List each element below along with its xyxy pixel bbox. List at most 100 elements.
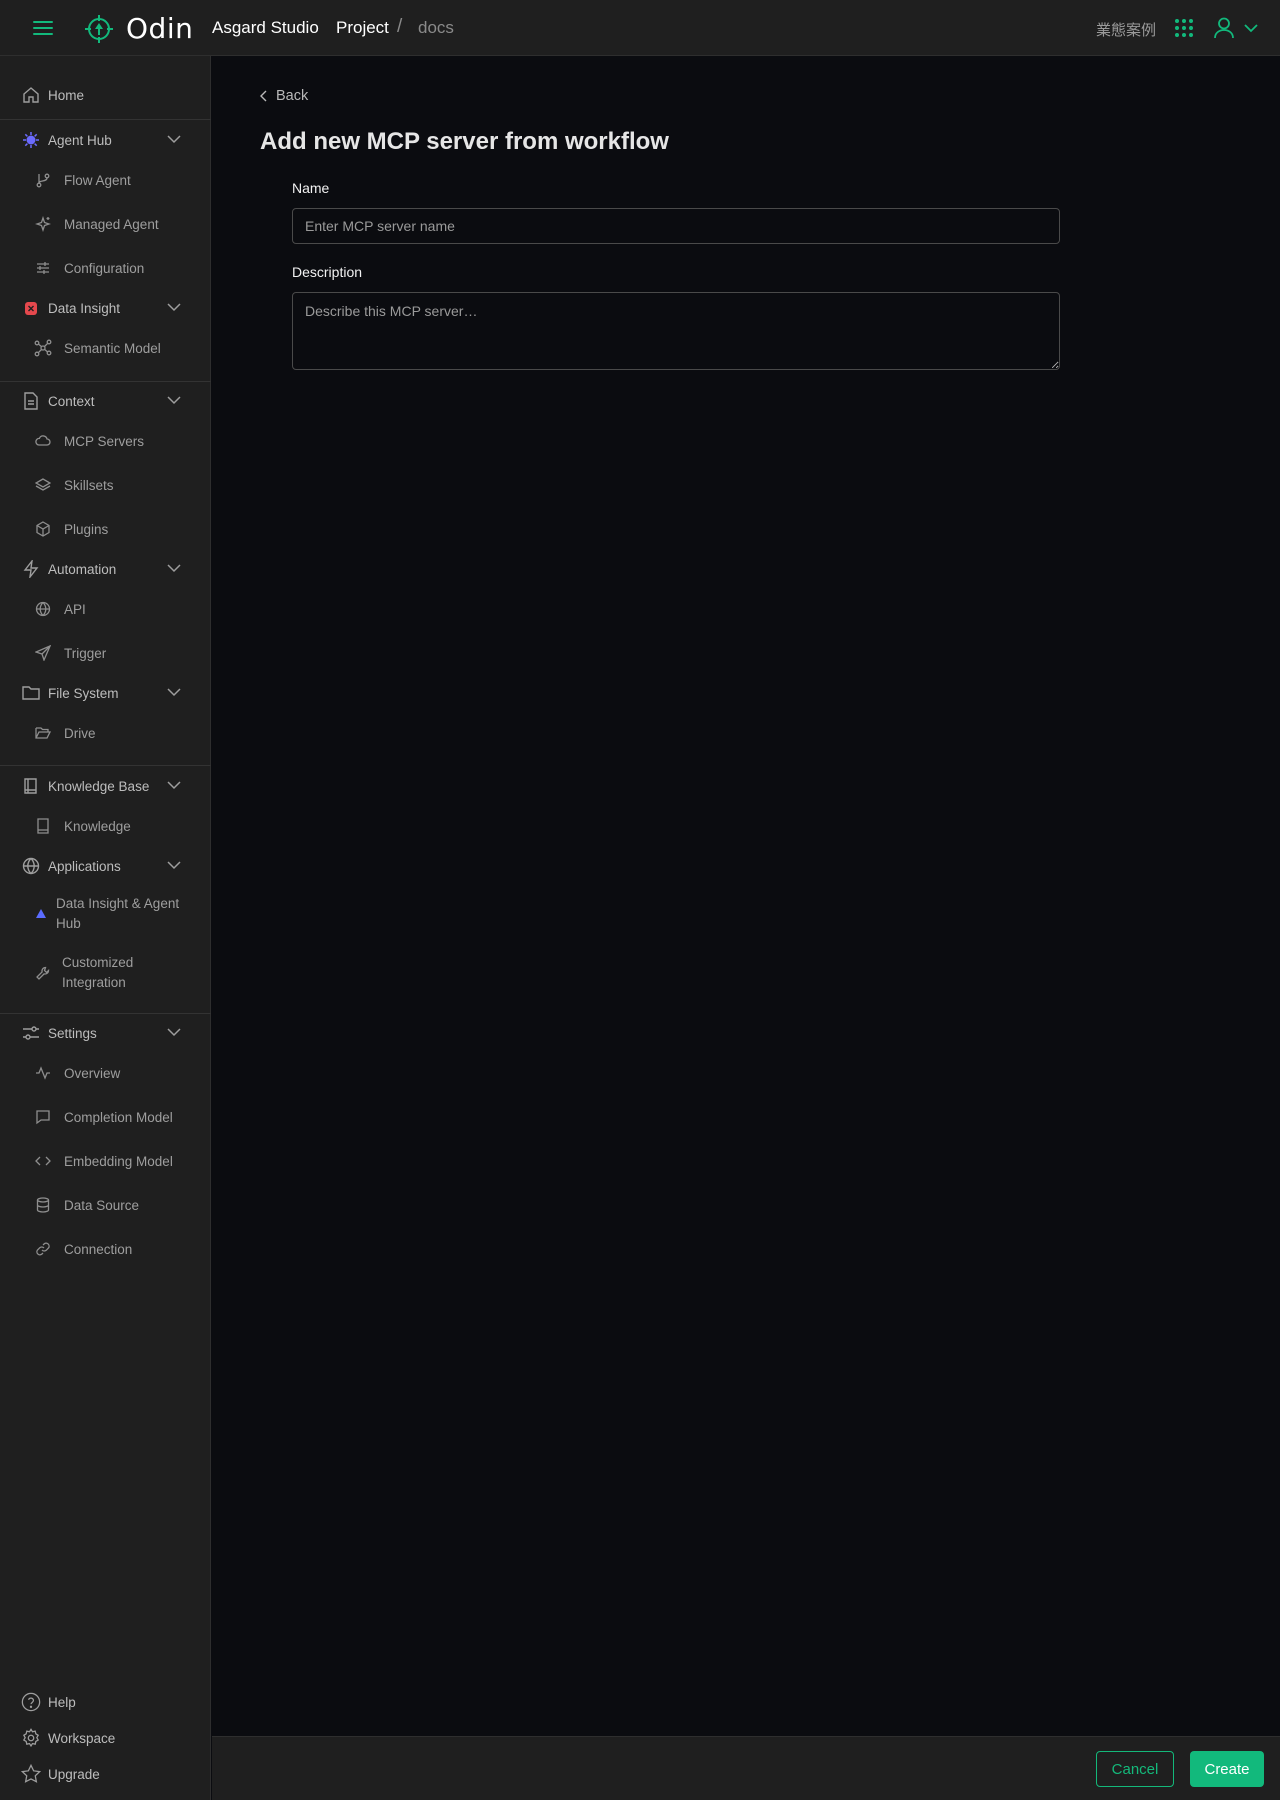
sidebar-item-label: Knowledge	[64, 818, 131, 834]
brand-name: Odin	[126, 12, 194, 45]
sidebar-item-label: Configuration	[64, 260, 145, 276]
sidebar-item-label: Skillsets	[64, 477, 114, 493]
description-textarea[interactable]	[292, 292, 1060, 370]
activity-icon	[34, 1064, 52, 1082]
cases-link[interactable]: 業態案例	[1096, 19, 1156, 40]
help-icon	[21, 1692, 41, 1712]
sidebar-item-label: Drive	[64, 725, 96, 741]
odin-logo-icon	[84, 14, 114, 44]
sidebar-item-label: API	[64, 601, 86, 617]
sidebar-item-label: Data Insight & Agent Hub	[56, 896, 180, 931]
hamburger-icon[interactable]	[32, 17, 54, 39]
layers-icon	[34, 476, 52, 494]
sidebar-group-label: Knowledge Base	[48, 778, 150, 794]
chevron-down-icon[interactable]	[167, 860, 181, 870]
book-icon	[21, 776, 41, 796]
folder-open-icon	[34, 724, 52, 742]
sidebar-item-mcp-servers[interactable]: MCP Servers	[0, 426, 211, 456]
chevron-down-icon[interactable]	[167, 395, 181, 405]
sidebar-item-label: Upgrade	[48, 1766, 100, 1782]
sidebar-group-context[interactable]: Context	[0, 386, 211, 416]
sidebar-item-label: Trigger	[64, 645, 107, 661]
triangle-icon	[32, 905, 50, 923]
globe-icon	[34, 600, 52, 618]
sidebar-group-settings[interactable]: Settings	[0, 1018, 211, 1048]
sidebar-item-help[interactable]: Help	[0, 1687, 211, 1717]
sidebar-item-workspace[interactable]: Workspace	[0, 1723, 211, 1753]
sidebar-item-upgrade[interactable]: Upgrade	[0, 1759, 211, 1789]
sidebar-group-label: Settings	[48, 1025, 97, 1041]
apps-grid-icon[interactable]	[1174, 18, 1194, 38]
send-icon	[34, 644, 52, 662]
sidebar-item-drive[interactable]: Drive	[0, 718, 211, 748]
chevron-down-icon[interactable]	[167, 134, 181, 144]
sidebar-item-semantic-model[interactable]: Semantic Model	[0, 333, 211, 363]
sidebar-group-data-insight[interactable]: Data Insight	[0, 293, 211, 323]
user-menu-chevron-down-icon[interactable]	[1243, 22, 1259, 34]
sidebar-item-embedding-model[interactable]: Embedding Model	[0, 1146, 211, 1176]
sidebar-item-customized-integration[interactable]: Customized Integration	[0, 951, 211, 995]
sidebar-item-trigger[interactable]: Trigger	[0, 638, 211, 668]
name-input[interactable]	[292, 208, 1060, 244]
cancel-button[interactable]: Cancel	[1096, 1751, 1174, 1787]
gear-icon	[21, 1728, 41, 1748]
folder-icon	[21, 683, 41, 703]
chevron-down-icon[interactable]	[167, 780, 181, 790]
chevron-down-icon[interactable]	[167, 302, 181, 312]
sidebar-item-data-source[interactable]: Data Source	[0, 1190, 211, 1220]
sidebar-group-automation[interactable]: Automation	[0, 554, 211, 584]
code-icon	[34, 1152, 52, 1170]
sidebar-item-skillsets[interactable]: Skillsets	[0, 470, 211, 500]
sidebar-item-label: Data Source	[64, 1197, 140, 1213]
agent-hub-icon	[21, 130, 41, 150]
sidebar-item-api[interactable]: API	[0, 594, 211, 624]
breadcrumb-project[interactable]: Project	[336, 18, 389, 38]
home-icon	[21, 85, 41, 105]
org-name[interactable]: Asgard Studio	[212, 18, 319, 38]
sidebar-item-flow-agent[interactable]: Flow Agent	[0, 165, 211, 195]
chevron-down-icon[interactable]	[167, 563, 181, 573]
divider	[0, 1013, 211, 1014]
user-icon[interactable]	[1213, 16, 1235, 40]
sidebar-item-connection[interactable]: Connection	[0, 1234, 211, 1264]
sidebar-group-label: Context	[48, 393, 95, 409]
breadcrumb-separator: /	[397, 16, 403, 37]
sidebar-item-knowledge[interactable]: Knowledge	[0, 811, 211, 841]
sidebar-item-label: Plugins	[64, 521, 109, 537]
sidebar: Home Agent Hub Flow Agent Managed Agent …	[0, 56, 211, 1800]
brand[interactable]: Odin	[84, 12, 193, 45]
sidebar-item-label: Flow Agent	[64, 172, 131, 188]
sparkles-icon	[34, 215, 52, 233]
divider	[0, 765, 211, 766]
sidebar-group-label: Data Insight	[48, 300, 121, 316]
sidebar-item-label: Connection	[64, 1241, 133, 1257]
cloud-icon	[34, 432, 52, 450]
database-icon	[34, 1196, 52, 1214]
sidebar-group-applications[interactable]: Applications	[0, 851, 211, 881]
sidebar-item-label: Customized Integration	[62, 955, 134, 990]
sidebar-group-label: Applications	[48, 858, 121, 874]
back-link[interactable]: Back	[260, 88, 308, 104]
sidebar-item-managed-agent[interactable]: Managed Agent	[0, 209, 211, 239]
chevron-left-icon	[260, 90, 268, 102]
chevron-down-icon[interactable]	[167, 687, 181, 697]
sidebar-item-overview[interactable]: Overview	[0, 1058, 211, 1088]
sidebar-item-configuration[interactable]: Configuration	[0, 253, 211, 283]
sidebar-item-label: Workspace	[48, 1730, 116, 1746]
sidebar-item-data-insight-agent-hub[interactable]: Data Insight & Agent Hub	[0, 892, 211, 936]
link-icon	[34, 1240, 52, 1258]
sidebar-group-knowledge-base[interactable]: Knowledge Base	[0, 771, 211, 801]
sidebar-group-file-system[interactable]: File System	[0, 678, 211, 708]
back-label: Back	[276, 88, 309, 104]
sidebar-group-label: File System	[48, 685, 119, 701]
sidebar-item-label: MCP Servers	[64, 433, 145, 449]
sidebar-item-plugins[interactable]: Plugins	[0, 514, 211, 544]
sidebar-item-completion-model[interactable]: Completion Model	[0, 1102, 211, 1132]
data-insight-icon	[21, 298, 41, 318]
create-button[interactable]: Create	[1190, 1751, 1264, 1787]
form-footer: Cancel Create	[212, 1736, 1280, 1800]
chevron-down-icon[interactable]	[167, 1027, 181, 1037]
sidebar-group-agent-hub[interactable]: Agent Hub	[0, 125, 211, 155]
sidebar-item-home[interactable]: Home	[0, 80, 211, 110]
sliders-icon	[34, 259, 52, 277]
